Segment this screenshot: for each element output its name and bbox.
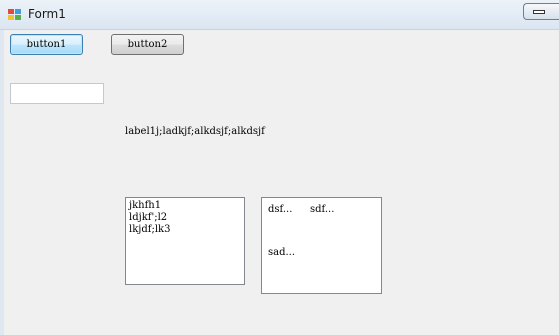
button1[interactable]: button1 <box>10 34 83 55</box>
list-item[interactable]: ldjkf';l2 <box>129 212 241 224</box>
title-bar[interactable]: Form1 <box>0 0 559 30</box>
panel-label-sad: sad... <box>268 247 296 258</box>
list-item[interactable]: jkhfh1 <box>129 200 241 212</box>
app-icon <box>8 9 21 21</box>
list-item[interactable]: lkjdf;lk3 <box>129 224 241 236</box>
minimize-icon <box>533 10 545 14</box>
minimize-button[interactable] <box>523 3 559 20</box>
form-client-area: button1 button2 label1j;ladkjf;alkdsjf;a… <box>4 30 559 335</box>
panel-label-dsf: dsf... <box>268 204 293 215</box>
button2[interactable]: button2 <box>111 34 184 55</box>
window-title: Form1 <box>28 7 66 21</box>
label-panel: dsf... sdf... sad... <box>261 197 382 294</box>
label1: label1j;ladkjf;alkdsjf;alkdsjf <box>125 126 265 137</box>
panel-label-sdf: sdf... <box>310 204 335 215</box>
listbox[interactable]: jkhfh1 ldjkf';l2 lkjdf;lk3 <box>125 197 245 285</box>
text-input[interactable] <box>10 83 104 104</box>
